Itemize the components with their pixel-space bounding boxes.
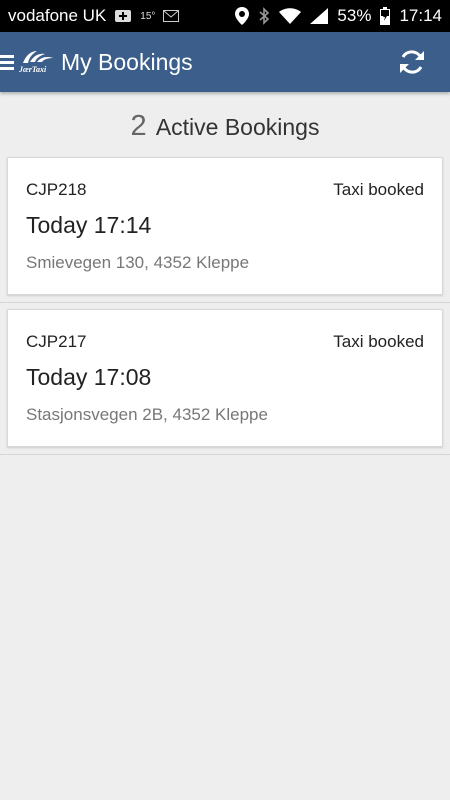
bookings-list: CJP218 Taxi booked Today 17:14 Smievegen… [0, 157, 450, 455]
signal-icon [310, 8, 329, 24]
booking-status: Taxi booked [333, 180, 424, 199]
active-bookings-label: Active Bookings [155, 114, 320, 140]
svg-text:JærTaxi: JærTaxi [18, 65, 47, 74]
booking-status: Taxi booked [333, 332, 424, 351]
location-icon [235, 7, 250, 25]
app-bar: JærTaxi My Bookings [0, 32, 450, 92]
battery-percent: 53% [337, 6, 372, 25]
bluetooth-icon [258, 7, 270, 25]
booking-ref: CJP217 [26, 332, 87, 351]
active-bookings-summary: 2 Active Bookings [0, 92, 450, 157]
jaertaxi-logo[interactable]: JærTaxi [17, 49, 57, 75]
menu-icon[interactable] [0, 54, 14, 70]
active-bookings-count: 2 [130, 110, 147, 142]
notification-plus-icon [114, 8, 132, 24]
clock-time: 17:14 [399, 6, 442, 25]
booking-ref: CJP218 [26, 180, 87, 199]
wifi-icon [279, 8, 302, 24]
refresh-button[interactable] [390, 40, 434, 84]
booking-time: Today 17:14 [26, 212, 152, 238]
list-divider [0, 454, 450, 455]
page-title: My Bookings [61, 48, 193, 75]
list-divider [0, 302, 450, 303]
temperature-text: 15° [140, 10, 156, 22]
status-bar: vodafone UK 15° 53% 17:14 [0, 0, 450, 32]
booking-card[interactable]: CJP218 Taxi booked Today 17:14 Smievegen… [7, 157, 443, 295]
battery-icon [380, 7, 391, 25]
booking-address: Smievegen 130, 4352 Kleppe [26, 253, 250, 272]
booking-time: Today 17:08 [26, 364, 152, 390]
booking-address: Stasjonsvegen 2B, 4352 Kleppe [26, 405, 268, 424]
booking-card[interactable]: CJP217 Taxi booked Today 17:08 Stasjonsv… [7, 309, 443, 447]
refresh-icon [400, 50, 424, 74]
mail-icon [163, 10, 180, 22]
carrier-name: vodafone UK [8, 6, 107, 25]
